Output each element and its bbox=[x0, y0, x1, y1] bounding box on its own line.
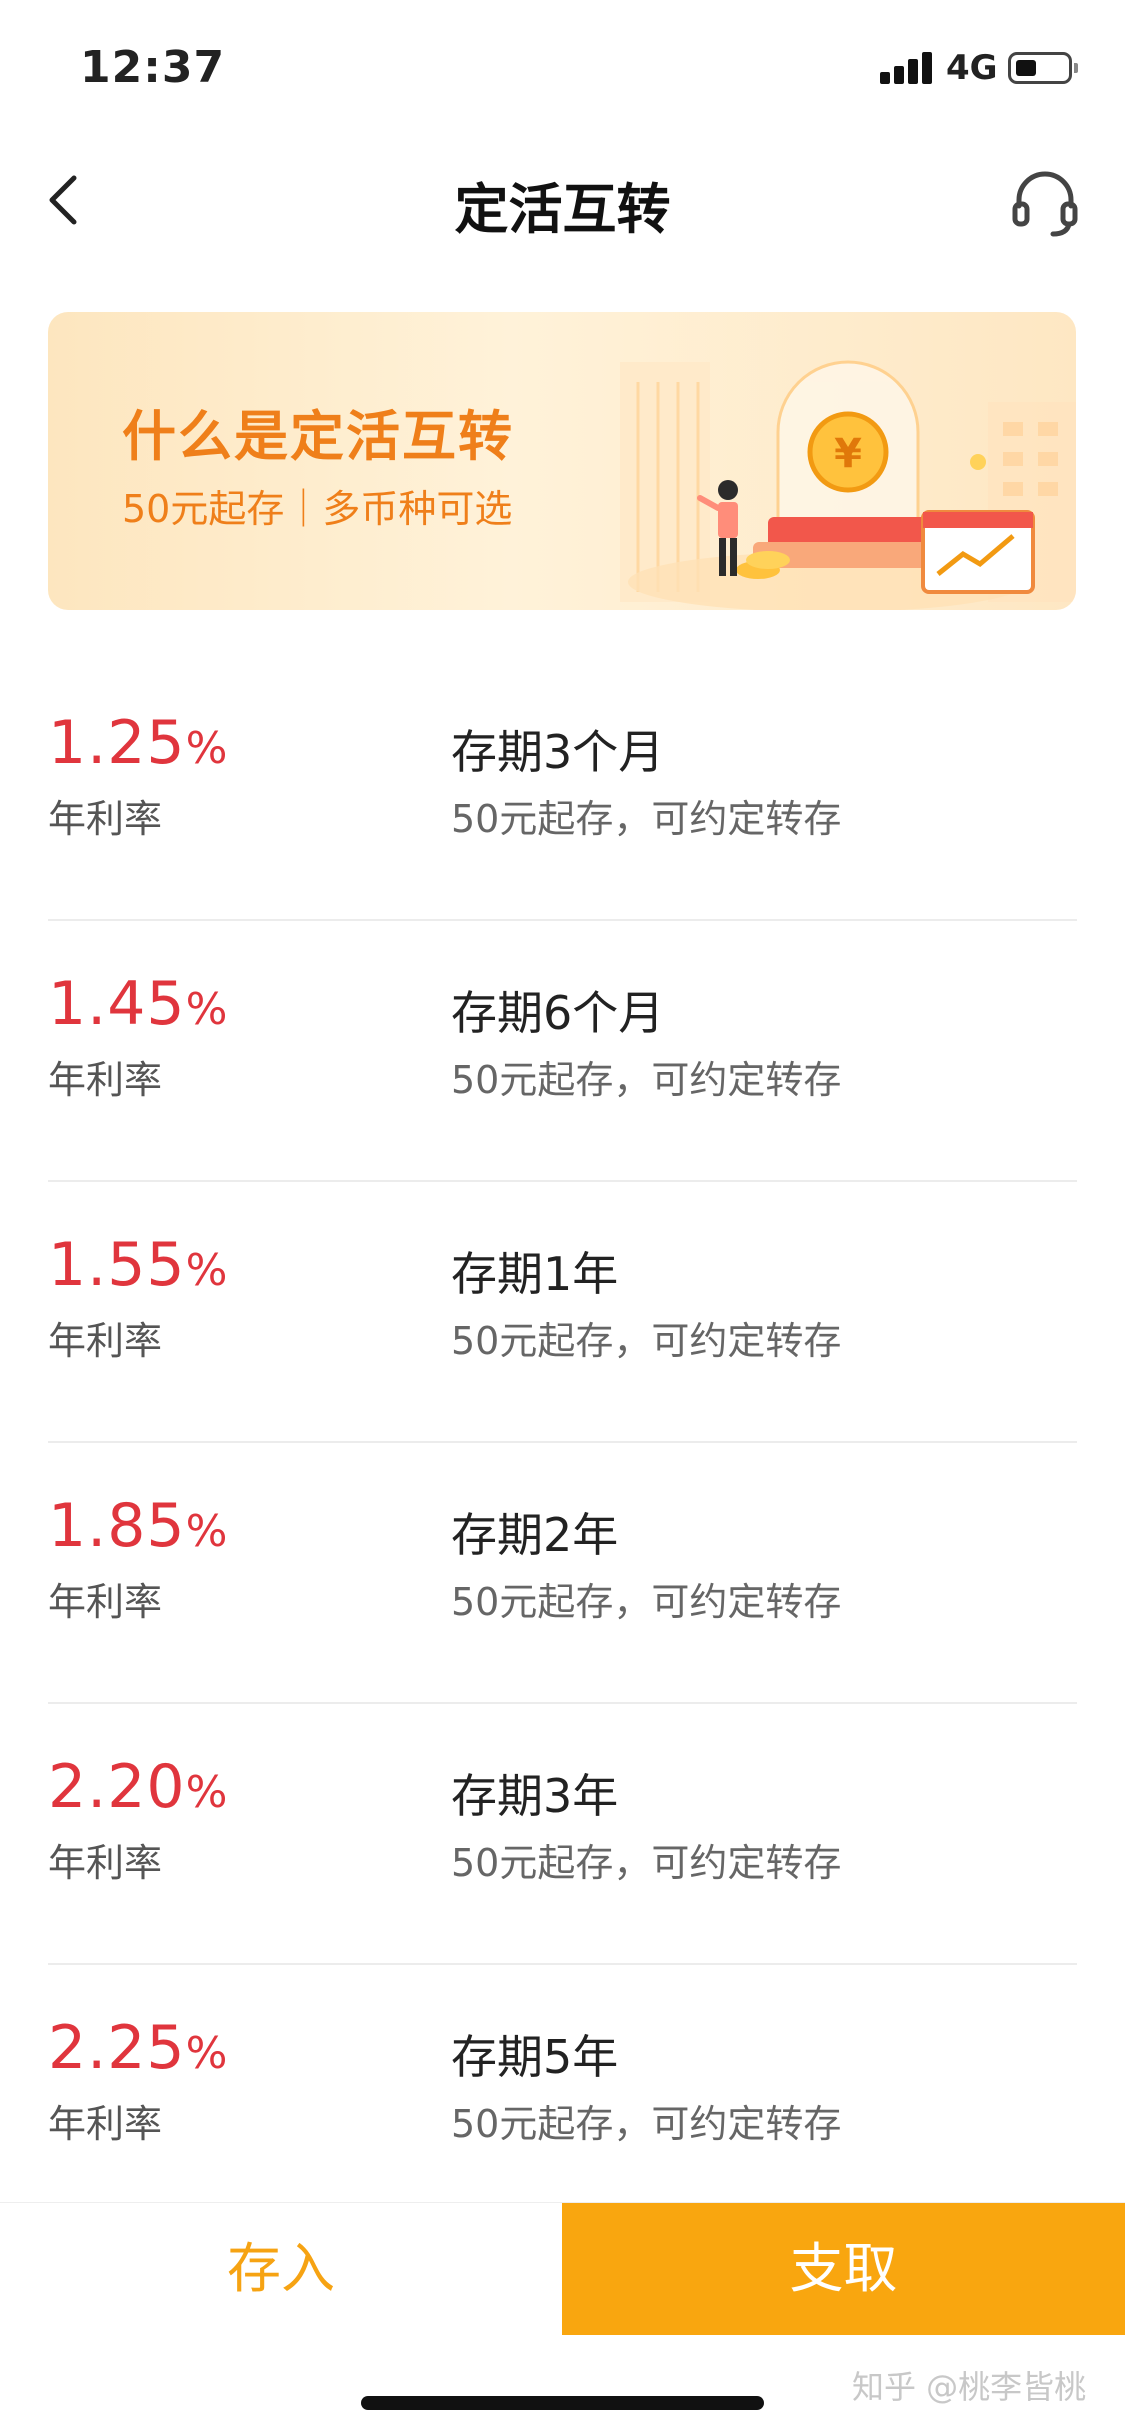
term-title: 存期5年 bbox=[451, 2030, 619, 2084]
rate-value: 1.25% bbox=[48, 708, 229, 778]
signal-icon bbox=[880, 52, 936, 84]
customer-service-button[interactable] bbox=[1005, 162, 1085, 242]
term-title: 存期3年 bbox=[451, 1769, 619, 1823]
rate-value: 1.85% bbox=[48, 1491, 229, 1561]
rate-label: 年利率 bbox=[48, 2102, 163, 2146]
deposit-button[interactable]: 存入 bbox=[0, 2203, 562, 2335]
term-description: 50元起存，可约定转存 bbox=[451, 2102, 842, 2146]
term-title: 存期6个月 bbox=[451, 986, 665, 1040]
promo-banner[interactable]: 什么是定活互转 50元起存｜多币种可选 ¥ bbox=[48, 312, 1076, 610]
rate-label: 年利率 bbox=[48, 1319, 163, 1363]
status-time: 12:37 bbox=[80, 42, 226, 93]
rate-row-3-years[interactable]: 2.20% 年利率 存期3年 50元起存，可约定转存 bbox=[48, 1704, 1077, 1965]
banner-subtitle: 50元起存｜多币种可选 bbox=[122, 487, 513, 531]
rate-label: 年利率 bbox=[48, 1058, 163, 1102]
rate-value: 1.55% bbox=[48, 1230, 229, 1300]
rate-row-2-years[interactable]: 1.85% 年利率 存期2年 50元起存，可约定转存 bbox=[48, 1443, 1077, 1704]
rate-label: 年利率 bbox=[48, 1580, 163, 1624]
home-indicator[interactable] bbox=[361, 2396, 764, 2410]
nav-bar: 定活互转 bbox=[0, 140, 1125, 260]
term-title: 存期3个月 bbox=[451, 725, 665, 779]
headset-icon bbox=[1012, 171, 1078, 237]
banner-illustration: ¥ bbox=[620, 360, 1076, 610]
term-description: 50元起存，可约定转存 bbox=[451, 1319, 842, 1363]
rate-value: 2.25% bbox=[48, 2013, 229, 2083]
action-bar: 存入 支取 bbox=[0, 2202, 1125, 2335]
rate-label: 年利率 bbox=[48, 1841, 163, 1885]
screen: 12:37 4G 定活互转 什么是定活互转 50元起存｜多币种可选 ¥ 1.25… bbox=[0, 0, 1125, 2436]
banner-title: 什么是定活互转 bbox=[122, 405, 514, 468]
status-bar: 12:37 4G bbox=[0, 0, 1125, 140]
rate-row-1-year[interactable]: 1.55% 年利率 存期1年 50元起存，可约定转存 bbox=[48, 1182, 1077, 1443]
battery-icon bbox=[1008, 52, 1078, 84]
rate-value: 1.45% bbox=[48, 969, 229, 1039]
term-description: 50元起存，可约定转存 bbox=[451, 1580, 842, 1624]
term-description: 50元起存，可约定转存 bbox=[451, 1058, 842, 1102]
page-title: 定活互转 bbox=[454, 178, 671, 241]
rate-row-3-months[interactable]: 1.25% 年利率 存期3个月 50元起存，可约定转存 bbox=[48, 660, 1077, 921]
term-title: 存期1年 bbox=[451, 1247, 619, 1301]
withdraw-button[interactable]: 支取 bbox=[562, 2203, 1125, 2335]
rate-row-6-months[interactable]: 1.45% 年利率 存期6个月 50元起存，可约定转存 bbox=[48, 921, 1077, 1182]
rate-value: 2.20% bbox=[48, 1752, 229, 1822]
term-description: 50元起存，可约定转存 bbox=[451, 1841, 842, 1885]
rate-list: 1.25% 年利率 存期3个月 50元起存，可约定转存 1.45% 年利率 存期… bbox=[48, 660, 1077, 2226]
rate-label: 年利率 bbox=[48, 797, 163, 841]
term-title: 存期2年 bbox=[451, 1508, 619, 1562]
watermark: 知乎 @桃李皆桃 bbox=[852, 2368, 1087, 2406]
term-description: 50元起存，可约定转存 bbox=[451, 797, 842, 841]
network-label: 4G bbox=[946, 48, 998, 88]
rate-row-5-years[interactable]: 2.25% 年利率 存期5年 50元起存，可约定转存 bbox=[48, 1965, 1077, 2226]
svg-text:¥: ¥ bbox=[834, 431, 862, 477]
